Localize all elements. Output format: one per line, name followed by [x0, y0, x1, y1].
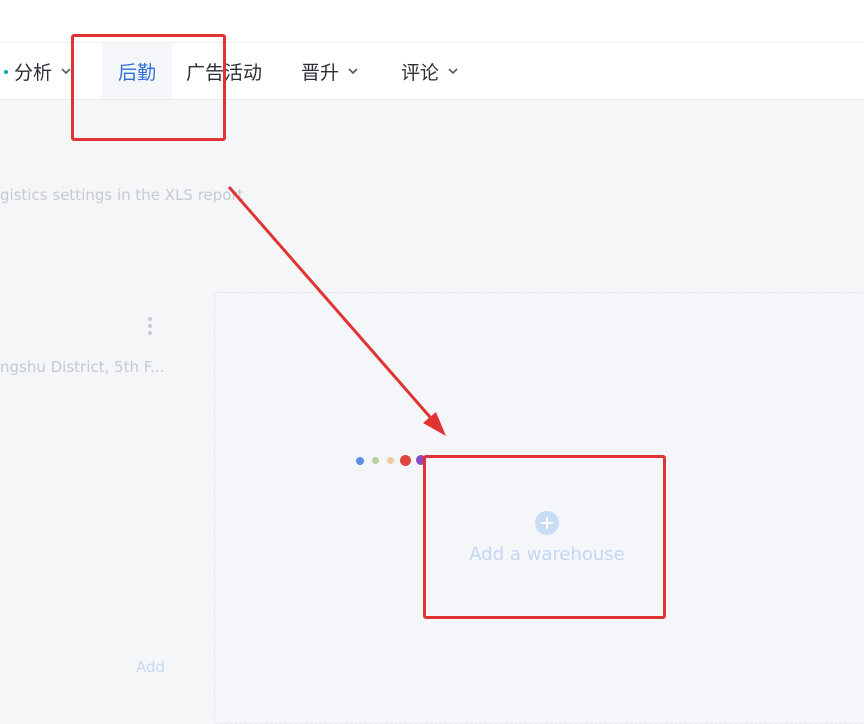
annotation-arrow	[227, 186, 446, 436]
